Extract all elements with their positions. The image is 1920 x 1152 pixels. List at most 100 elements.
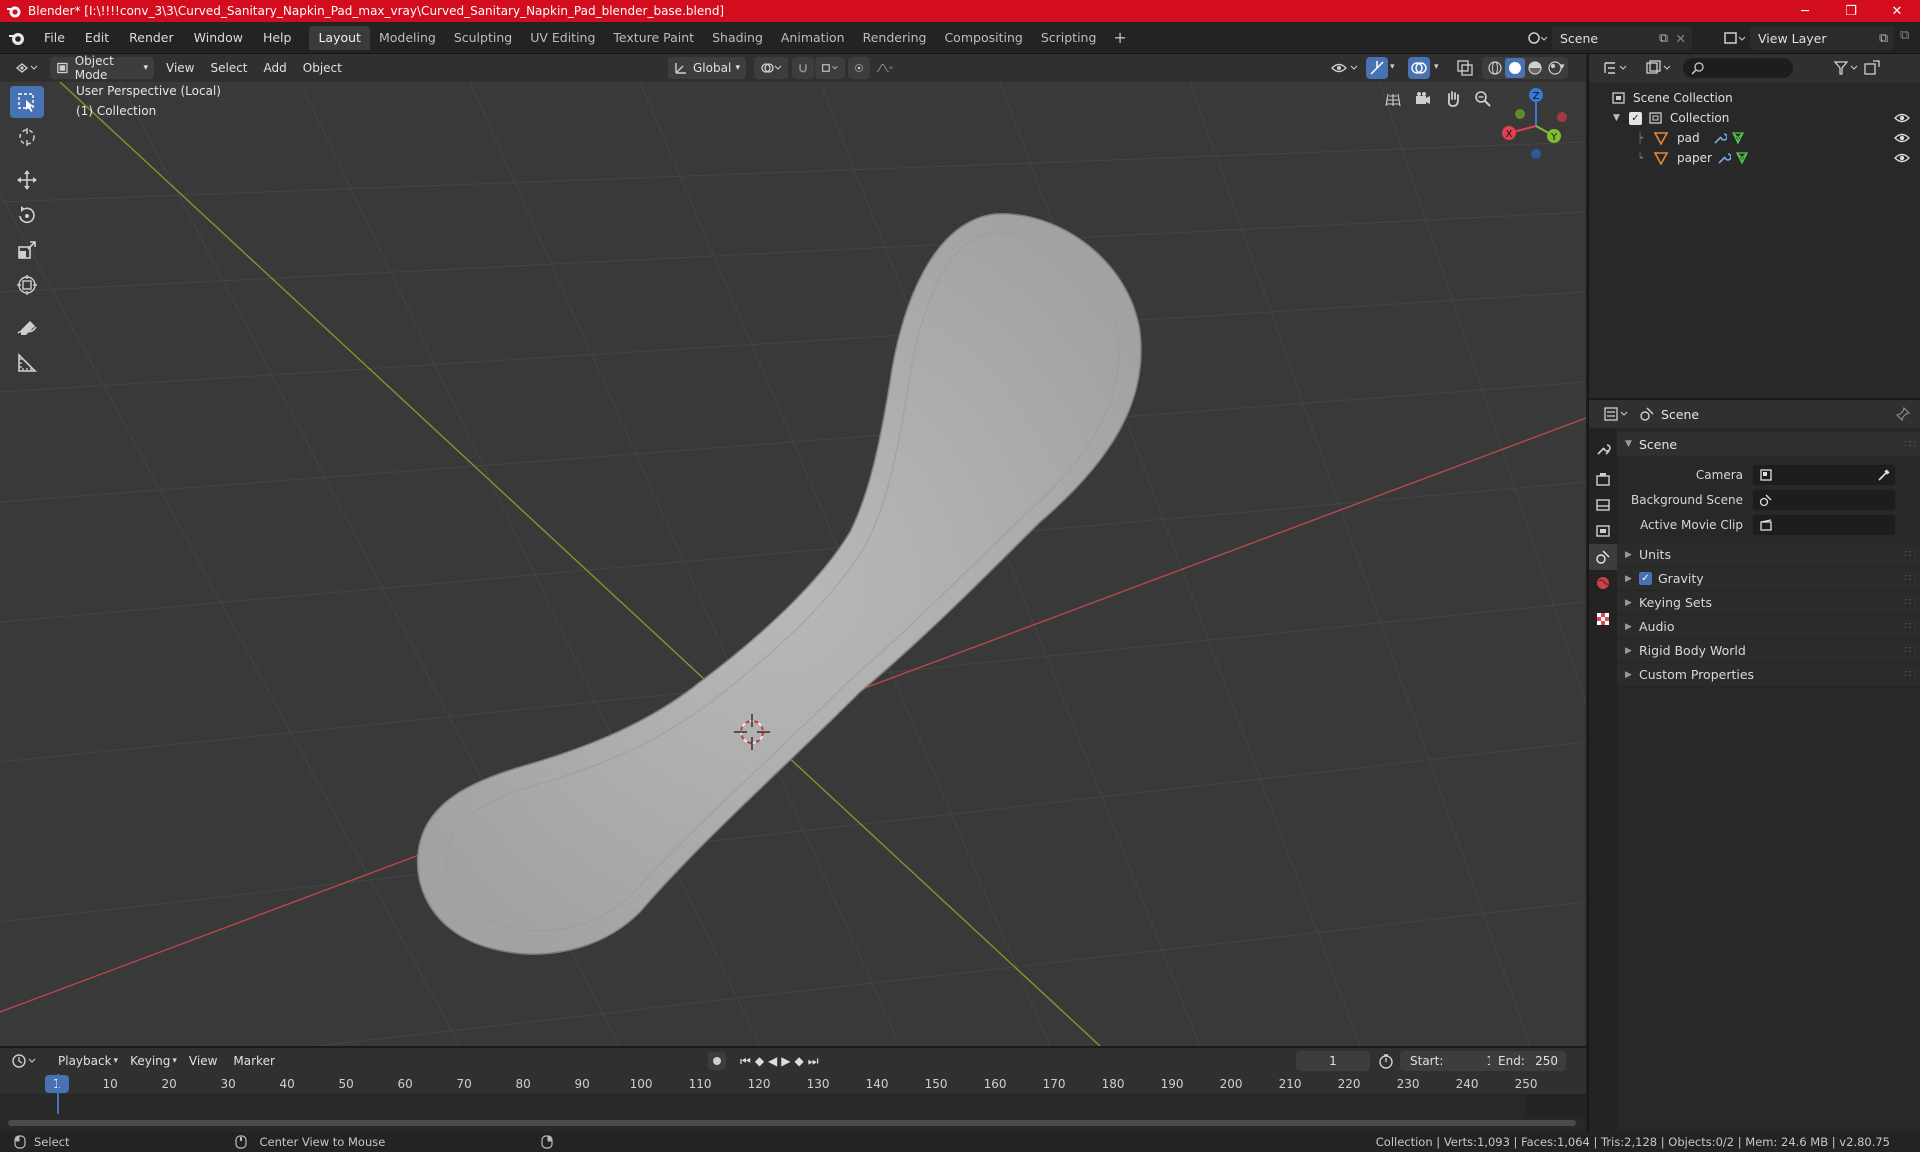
menu-render[interactable]: Render <box>119 26 184 50</box>
prev-keyframe-icon[interactable]: ◆ <box>755 1054 764 1068</box>
outliner-row-object[interactable]: ┝ pad <box>1589 128 1920 148</box>
visibility-eye-icon[interactable] <box>1894 152 1910 164</box>
filter-icon[interactable] <box>1833 60 1861 76</box>
drag-grip-icon[interactable]: ∷∷ <box>1904 573 1916 584</box>
current-frame-field[interactable]: 1 <box>1296 1051 1370 1071</box>
collection-checkbox[interactable]: ✓ <box>1629 111 1642 125</box>
pin-icon[interactable] <box>1896 407 1910 421</box>
minimize-button[interactable]: ─ <box>1782 0 1828 22</box>
scene-copy-icon[interactable]: ⧉ <box>1659 30 1668 46</box>
viewport-menu-select[interactable]: Select <box>202 61 255 75</box>
tab-sculpting[interactable]: Sculpting <box>445 26 521 50</box>
xray-toggle[interactable] <box>1456 59 1474 81</box>
play-icon[interactable]: ▶ <box>781 1054 790 1068</box>
transform-tool[interactable] <box>10 269 44 301</box>
eyedropper-icon[interactable] <box>1877 468 1891 482</box>
proportional-falloff-button[interactable] <box>870 57 900 79</box>
shading-dropdown[interactable]: ▾ <box>1560 59 1565 72</box>
snap-target-button[interactable] <box>815 57 845 79</box>
tab-world[interactable] <box>1589 570 1617 596</box>
timeline-menu-playback[interactable]: Playback <box>50 1054 120 1068</box>
timeline-menu-marker[interactable]: Marker <box>225 1054 282 1068</box>
wrench-modifier-icon[interactable] <box>1717 151 1731 165</box>
transform-orientation-selector[interactable]: Global ▾ <box>668 57 746 79</box>
navigation-gizmo[interactable]: Z X Y <box>1492 82 1586 162</box>
drag-grip-icon[interactable]: ∷∷ <box>1904 439 1916 450</box>
gizmo-dropdown[interactable]: ▾ <box>1390 59 1395 72</box>
close-button[interactable]: ✕ <box>1874 0 1920 22</box>
panel-units[interactable]: ▶ Units ∷∷ <box>1617 543 1920 567</box>
selectability-visibility-button[interactable] <box>1330 59 1360 81</box>
snap-toggle[interactable] <box>792 57 814 79</box>
outliner-editor-icon[interactable] <box>1603 60 1633 76</box>
scene-selector[interactable]: Scene ⧉ ✕ <box>1552 26 1692 50</box>
properties-editor-icon[interactable] <box>1603 406 1633 422</box>
wrench-modifier-icon[interactable] <box>1713 131 1727 145</box>
timeline-ruler[interactable]: 1102030405060708090100110120130140150160… <box>0 1074 1586 1094</box>
tab-layout[interactable]: Layout <box>309 25 370 50</box>
pan-view-button[interactable] <box>1440 86 1466 112</box>
timeline-menu-keying[interactable]: Keying <box>122 1054 178 1068</box>
expand-arrow-icon[interactable]: ▼ <box>1613 113 1627 123</box>
menu-help[interactable]: Help <box>253 26 302 50</box>
gravity-checkbox[interactable]: ✓ <box>1639 572 1652 585</box>
stopwatch-icon[interactable] <box>1378 1053 1394 1069</box>
timeline-editor-icon[interactable] <box>12 1053 40 1069</box>
tab-animation[interactable]: Animation <box>772 26 854 50</box>
proportional-edit-toggle[interactable] <box>848 57 870 79</box>
mesh-data-icon[interactable] <box>1731 131 1745 145</box>
camera-view-button[interactable] <box>1410 86 1436 112</box>
tab-view-layer[interactable] <box>1589 518 1617 544</box>
tab-tool[interactable] <box>1589 436 1617 462</box>
outliner-row-collection[interactable]: ▼ ✓ Collection <box>1589 108 1920 128</box>
tab-scene[interactable] <box>1589 544 1617 570</box>
viewport-menu-view[interactable]: View <box>158 61 202 75</box>
panel-gravity[interactable]: ▶ ✓ Gravity ∷∷ <box>1617 567 1920 591</box>
tab-compositing[interactable]: Compositing <box>935 26 1031 50</box>
scale-tool[interactable] <box>10 234 44 266</box>
panel-scene-header[interactable]: ▼ Scene ∷∷ <box>1617 432 1920 456</box>
outliner-search-input[interactable] <box>1683 58 1793 78</box>
menu-edit[interactable]: Edit <box>75 26 119 50</box>
timeline-scrollbar[interactable] <box>8 1120 1576 1126</box>
active-movie-clip-field[interactable] <box>1753 514 1895 535</box>
3d-viewport[interactable]: User Perspective (Local) (1) Collection … <box>0 82 1586 1046</box>
background-scene-field[interactable] <box>1753 489 1895 510</box>
view-layer-remove-icon[interactable]: ⧉ <box>1900 28 1909 43</box>
maximize-button[interactable]: ❐ <box>1828 0 1874 22</box>
toggle-camera-ortho-button[interactable] <box>1380 86 1406 112</box>
visibility-eye-icon[interactable] <box>1894 112 1910 124</box>
overlays-toggle[interactable] <box>1408 57 1430 79</box>
scene-remove-icon[interactable]: ✕ <box>1676 31 1686 46</box>
tab-rendering[interactable]: Rendering <box>854 26 936 50</box>
timeline-menu-view[interactable]: View <box>181 1054 225 1068</box>
panel-audio[interactable]: ▶ Audio ∷∷ <box>1617 615 1920 639</box>
select-box-tool[interactable] <box>10 86 44 118</box>
view-layer-type-icon[interactable] <box>1722 28 1746 48</box>
add-workspace-button[interactable]: + <box>1105 26 1134 50</box>
tab-modeling[interactable]: Modeling <box>370 26 445 50</box>
camera-field[interactable] <box>1753 464 1895 485</box>
drag-grip-icon[interactable]: ∷∷ <box>1904 549 1916 560</box>
timeline-track-area[interactable] <box>0 1074 1586 1132</box>
record-button[interactable] <box>708 1052 726 1070</box>
view-layer-copy-icon[interactable]: ⧉ <box>1879 30 1888 46</box>
drag-grip-icon[interactable]: ∷∷ <box>1904 621 1916 632</box>
tab-output[interactable] <box>1589 492 1617 518</box>
material-preview-icon[interactable] <box>1525 59 1545 77</box>
drag-grip-icon[interactable]: ∷∷ <box>1904 645 1916 656</box>
panel-keying-sets[interactable]: ▶ Keying Sets ∷∷ <box>1617 591 1920 615</box>
rotate-tool[interactable] <box>10 199 44 231</box>
new-collection-icon[interactable] <box>1863 60 1881 76</box>
menu-file[interactable]: File <box>34 26 75 50</box>
editor-type-button[interactable] <box>8 57 46 79</box>
viewport-menu-add[interactable]: Add <box>256 61 295 75</box>
drag-grip-icon[interactable]: ∷∷ <box>1904 669 1916 680</box>
panel-rigid-body-world[interactable]: ▶ Rigid Body World ∷∷ <box>1617 639 1920 663</box>
menu-window[interactable]: Window <box>184 26 253 50</box>
play-reverse-icon[interactable]: ◀ <box>768 1054 777 1068</box>
drag-grip-icon[interactable]: ∷∷ <box>1904 597 1916 608</box>
move-tool[interactable] <box>10 164 44 196</box>
panel-custom-properties[interactable]: ▶ Custom Properties ∷∷ <box>1617 663 1920 687</box>
tab-uv-editing[interactable]: UV Editing <box>521 26 604 50</box>
